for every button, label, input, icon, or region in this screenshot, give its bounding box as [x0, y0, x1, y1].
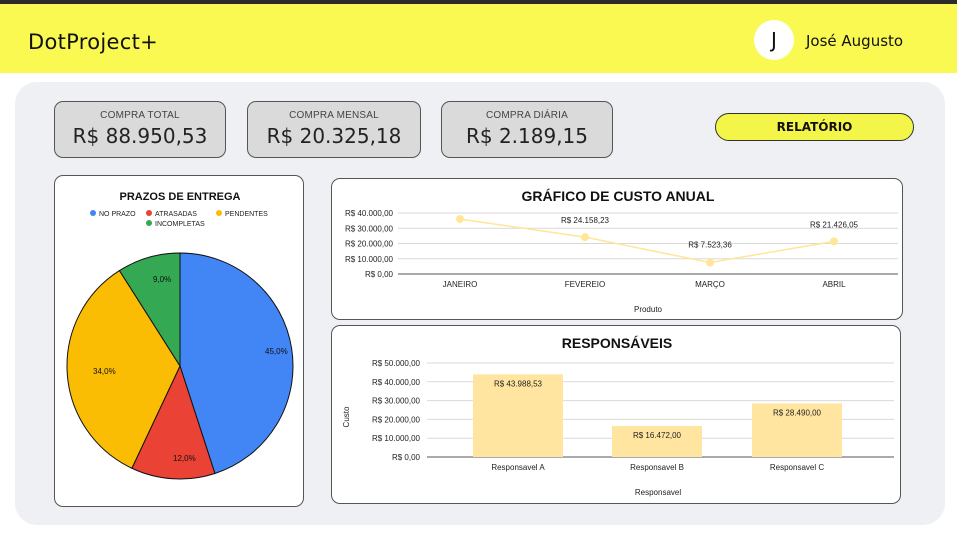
kpi-label: COMPRA TOTAL — [100, 110, 180, 121]
line-point — [830, 237, 838, 246]
y-tick-label: R$ 0,00 — [392, 453, 421, 462]
bar-chart-card: RESPONSÁVEIS Responsavel Custo R$ 0,00 R$… — [331, 325, 901, 504]
y-tick-label: R$ 20.000,00 — [372, 415, 421, 424]
kpi-value: R$ 2.189,15 — [465, 124, 589, 148]
pie-chart: PRAZOS DE ENTREGA NO PRAZO ATRASADAS PENDE… — [66, 191, 294, 480]
data-label: R$ 16.472,00 — [633, 431, 682, 440]
y-tick-label: R$ 40.000,00 — [372, 378, 421, 387]
kpi-compra-total: COMPRA TOTAL R$ 88.950,53 — [54, 101, 226, 158]
pie-title: PRAZOS DE ENTREGA — [119, 191, 240, 203]
legend-marker — [146, 210, 152, 216]
line-point — [706, 258, 714, 267]
user-name[interactable]: José Augusto — [806, 32, 903, 50]
y-tick-label: R$ 0,00 — [365, 270, 394, 279]
legend-label: PENDENTES — [225, 211, 268, 218]
legend-label: NO PRAZO — [99, 211, 136, 218]
bar-ylabel: Custo — [342, 406, 351, 427]
report-button[interactable]: RELATÓRIO — [715, 113, 914, 141]
data-label: R$ 28.490,00 — [773, 408, 822, 417]
y-tick-label: R$ 40.000,00 — [345, 209, 394, 218]
y-tick-label: R$ 10.000,00 — [372, 434, 421, 443]
kpi-value: R$ 88.950,53 — [72, 124, 208, 148]
y-tick-label: R$ 30.000,00 — [372, 397, 421, 406]
pie-slice-label: 45,0% — [265, 347, 288, 356]
bar-xlabel: Responsavel — [635, 488, 681, 497]
data-label: R$ 24.158,23 — [561, 216, 610, 225]
legend-marker — [216, 210, 222, 216]
legend-label: ATRASADAS — [155, 211, 197, 218]
top-bar: DotProject+ J José Augusto — [0, 0, 957, 73]
y-tick-label: R$ 20.000,00 — [345, 240, 394, 249]
x-tick-label: FEVEREIO — [565, 280, 605, 289]
x-tick-label: Responsavel B — [630, 463, 684, 472]
x-tick-label: Responsavel C — [770, 463, 824, 472]
y-tick-label: R$ 10.000,00 — [345, 255, 394, 264]
line-chart-card: GRÁFICO DE CUSTO ANUAL Produto R$ 0,00 R$… — [331, 178, 903, 320]
data-label: R$ 7.523,36 — [688, 241, 732, 250]
data-label: R$ 21.426,05 — [810, 220, 859, 229]
legend-label: INCOMPLETAS — [155, 221, 205, 228]
line-title: GRÁFICO DE CUSTO ANUAL — [522, 188, 715, 204]
bar-chart: RESPONSÁVEIS Responsavel Custo R$ 0,00 R$… — [342, 335, 894, 497]
bar-title: RESPONSÁVEIS — [562, 335, 672, 351]
line-series-path — [459, 218, 835, 264]
y-tick-label: R$ 30.000,00 — [345, 224, 394, 233]
kpi-label: COMPRA DIÁRIA — [485, 110, 569, 121]
x-tick-label: ABRIL — [822, 280, 846, 289]
data-label: R$ 43.988,53 — [494, 379, 543, 388]
x-tick-label: Responsavel A — [491, 463, 545, 472]
pie-chart-card: PRAZOS DE ENTREGA NO PRAZO ATRASADAS PENDE… — [54, 175, 304, 507]
x-tick-label: JANEIRO — [443, 280, 478, 289]
line-point — [456, 215, 464, 224]
y-tick-label: R$ 50.000,00 — [372, 359, 421, 368]
legend-marker — [90, 210, 96, 216]
kpi-compra-mensal: COMPRA MENSAL R$ 20.325,18 — [247, 101, 421, 158]
pie-slice-label: 12,0% — [173, 454, 196, 463]
line-point — [581, 233, 589, 242]
pie-slice-label: 9,0% — [153, 275, 171, 284]
app-title: DotProject+ — [28, 30, 158, 54]
line-xlabel: Produto — [634, 305, 663, 314]
pie-slice-label: 34,0% — [93, 367, 116, 376]
kpi-compra-diaria: COMPRA DIÁRIA R$ 2.189,15 — [441, 101, 613, 158]
legend-marker — [146, 220, 152, 226]
line-chart: GRÁFICO DE CUSTO ANUAL Produto R$ 0,00 R$… — [345, 188, 898, 314]
kpi-label: COMPRA MENSAL — [289, 110, 379, 121]
avatar[interactable]: J — [754, 20, 794, 60]
kpi-value: R$ 20.325,18 — [266, 124, 402, 148]
x-tick-label: MARÇO — [695, 280, 725, 289]
